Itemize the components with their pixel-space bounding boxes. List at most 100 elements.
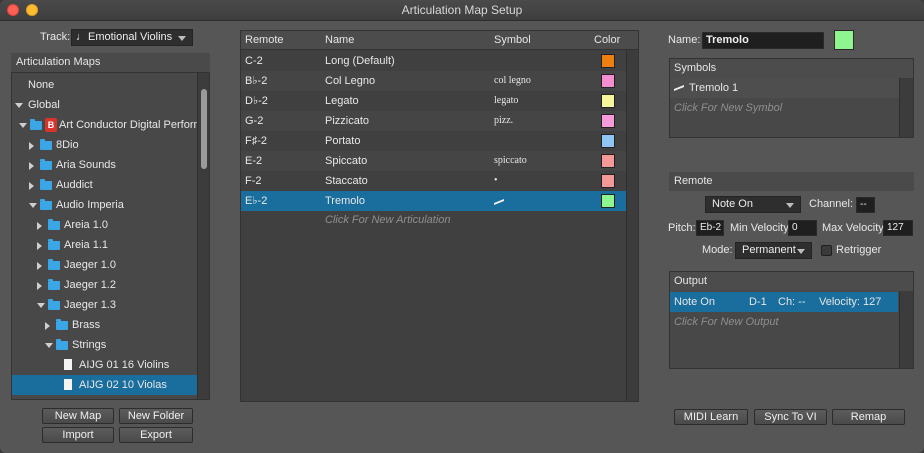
folder-icon	[48, 299, 60, 310]
output-scrollbar[interactable]	[899, 291, 913, 368]
tree-item-label: Brass	[72, 319, 101, 331]
scroll-thumb[interactable]	[201, 89, 207, 169]
tree-item[interactable]: Aria Sounds	[12, 155, 209, 175]
articulation-color-swatch[interactable]	[601, 74, 615, 88]
tree-item[interactable]: Global	[12, 95, 209, 115]
name-field[interactable]: Tremolo	[702, 32, 824, 49]
tree-item[interactable]: Strings	[12, 335, 209, 355]
disclosure-closed-icon[interactable]	[37, 262, 42, 270]
tree-item[interactable]: AIJG 03 6 Celli	[12, 395, 209, 399]
mode-popup[interactable]: Permanent	[735, 242, 812, 259]
articulation-row[interactable]: C-2 Long (Default)	[241, 51, 638, 71]
tree-item[interactable]: Jaeger 1.2	[12, 275, 209, 295]
folder-icon	[40, 159, 52, 170]
disclosure-closed-icon[interactable]	[29, 162, 34, 170]
articulation-color-swatch[interactable]	[601, 114, 615, 128]
min-velocity-field[interactable]: 0	[788, 220, 817, 236]
mode-value: Permanent	[742, 244, 796, 256]
articulation-color-swatch[interactable]	[601, 194, 615, 208]
remote-type-popup[interactable]: Note On	[705, 196, 801, 213]
articulation-row[interactable]: D♭-2 Legato legato	[241, 91, 638, 111]
articulation-name: Tremolo	[325, 195, 365, 207]
remap-button[interactable]: Remap	[832, 409, 905, 425]
disclosure-closed-icon[interactable]	[45, 322, 50, 330]
output-row[interactable]: Note On D-1 Ch: -- Velocity: 127	[670, 292, 898, 312]
disclosure-closed-icon[interactable]	[37, 242, 42, 250]
tree-item[interactable]: B Art Conductor Digital Performer	[12, 115, 210, 135]
articulation-color-swatch[interactable]	[601, 54, 615, 68]
folder-icon	[40, 199, 52, 210]
color-swatch[interactable]	[834, 30, 854, 50]
track-popup[interactable]: ♩ Emotional Violins	[71, 29, 193, 46]
column-color[interactable]: Color	[594, 34, 620, 46]
disclosure-open-icon[interactable]	[45, 343, 53, 348]
import-button[interactable]: Import	[42, 427, 114, 443]
articulation-color-swatch[interactable]	[601, 94, 615, 108]
column-name[interactable]: Name	[325, 34, 354, 46]
tree-scrollbar[interactable]	[197, 73, 209, 399]
symbols-panel: Symbols Tremolo 1 Click For New Symbol	[669, 58, 914, 138]
disclosure-open-icon[interactable]	[19, 123, 27, 128]
disclosure-closed-icon[interactable]	[29, 182, 34, 190]
column-remote[interactable]: Remote	[245, 34, 284, 46]
pitch-field[interactable]: Eb-2	[696, 220, 724, 236]
tree-item[interactable]: None	[12, 75, 209, 95]
symbol-row[interactable]: Tremolo 1	[670, 78, 899, 98]
articulation-row[interactable]: B♭-2 Col Legno col legno	[241, 71, 638, 91]
tree-item-label: None	[28, 79, 55, 91]
max-velocity-field[interactable]: 127	[883, 220, 913, 236]
articulation-remote: C-2	[245, 55, 263, 67]
folder-icon	[30, 119, 42, 130]
tree-item-label: AIJG 03 6 Celli	[79, 395, 152, 399]
remote-type-value: Note On	[712, 198, 753, 210]
articulation-name: Col Legno	[325, 75, 376, 87]
channel-field[interactable]: --	[856, 197, 875, 213]
new-output-placeholder[interactable]: Click For New Output	[674, 316, 779, 328]
articulation-remote: G-2	[245, 115, 264, 127]
articulation-color-swatch[interactable]	[601, 134, 615, 148]
tree-item[interactable]: Areia 1.1	[12, 235, 209, 255]
articulation-symbol: col legno	[494, 75, 531, 86]
tree-item-label: AIJG 02 10 Violas	[79, 379, 167, 391]
new-articulation-placeholder[interactable]: Click For New Articulation	[325, 214, 451, 226]
tree-item[interactable]: Auddict	[12, 175, 209, 195]
folder-icon	[48, 279, 60, 290]
new-symbol-placeholder[interactable]: Click For New Symbol	[674, 102, 782, 114]
disclosure-open-icon[interactable]	[29, 203, 37, 208]
articulations-scrollbar[interactable]	[626, 50, 638, 401]
tree-item[interactable]: Areia 1.0	[12, 215, 209, 235]
articulation-remote: E-2	[245, 155, 263, 167]
articulation-row[interactable]: G-2 Pizzicato pizz.	[241, 111, 638, 131]
articulation-maps-tree[interactable]: None Global B Art Conductor Digital Perform…	[11, 72, 210, 400]
symbols-scrollbar[interactable]	[899, 78, 913, 137]
disclosure-open-icon[interactable]	[15, 103, 23, 108]
articulation-row[interactable]: E-2 Spiccato spiccato	[241, 151, 638, 171]
new-map-button[interactable]: New Map	[42, 408, 114, 424]
tree-item[interactable]: Jaeger 1.0	[12, 255, 209, 275]
retrigger-checkbox[interactable]	[821, 245, 832, 256]
tree-item[interactable]: Audio Imperia	[12, 195, 209, 215]
midi-learn-button[interactable]: MIDI Learn	[674, 409, 748, 425]
tree-item[interactable]: AIJG 02 10 Violas	[12, 375, 209, 395]
sync-to-vi-button[interactable]: Sync To VI	[754, 409, 827, 425]
column-symbol[interactable]: Symbol	[494, 34, 531, 46]
articulation-row[interactable]: F-2 Staccato •	[241, 171, 638, 191]
articulation-row[interactable]: E♭-2 Tremolo	[241, 191, 638, 211]
tree-item-label: Jaeger 1.2	[64, 279, 116, 291]
output-header: Output	[670, 272, 913, 291]
disclosure-open-icon[interactable]	[37, 303, 45, 308]
new-folder-button[interactable]: New Folder	[119, 408, 193, 424]
articulation-row[interactable]: F♯-2 Portato	[241, 131, 638, 151]
disclosure-closed-icon[interactable]	[37, 282, 42, 290]
disclosure-closed-icon[interactable]	[29, 142, 34, 150]
tree-item[interactable]: 8Dio	[12, 135, 209, 155]
export-button[interactable]: Export	[119, 427, 193, 443]
tree-item[interactable]: AIJG 01 16 Violins	[12, 355, 209, 375]
articulation-color-swatch[interactable]	[601, 174, 615, 188]
tree-item[interactable]: Brass	[12, 315, 209, 335]
disclosure-closed-icon[interactable]	[37, 222, 42, 230]
tree-item[interactable]: Jaeger 1.3	[12, 295, 209, 315]
articulation-symbol: •	[494, 175, 498, 186]
tree-item-label: Art Conductor Digital Performer	[59, 119, 210, 131]
articulation-color-swatch[interactable]	[601, 154, 615, 168]
